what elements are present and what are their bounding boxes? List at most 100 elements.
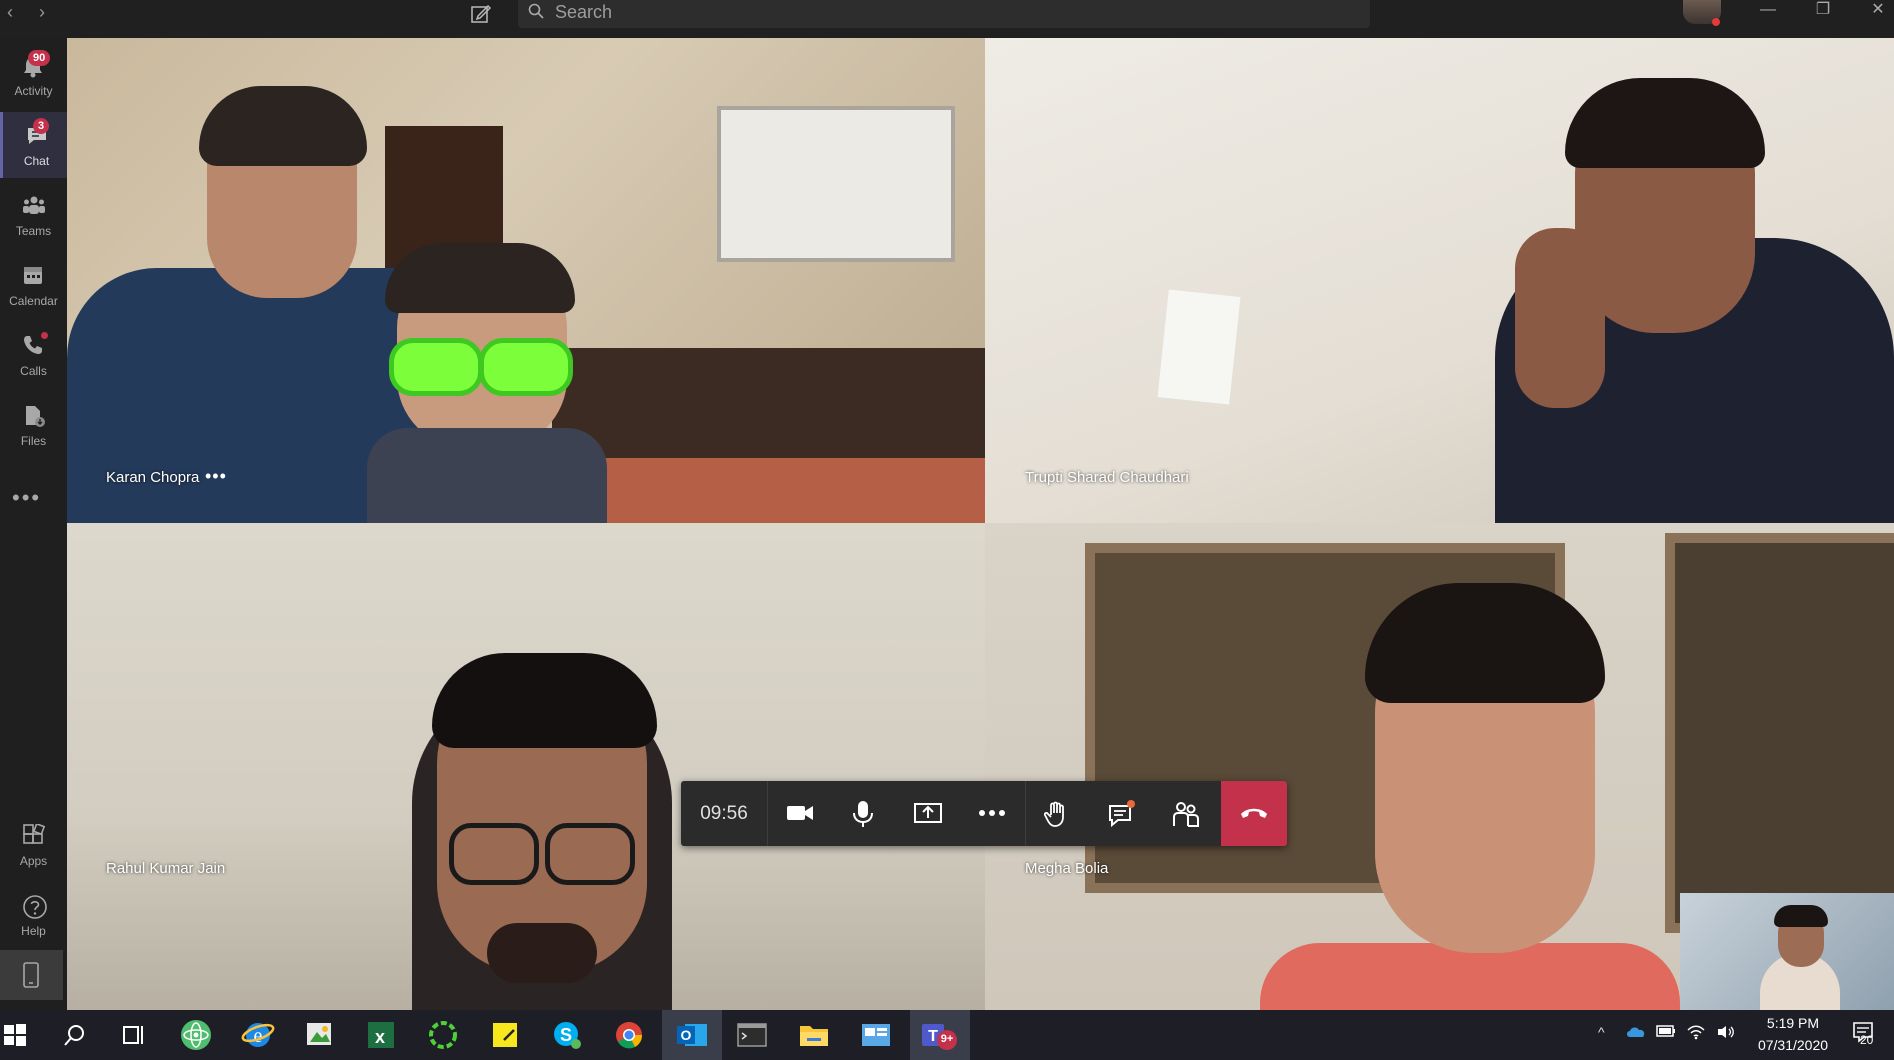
paint-app-icon[interactable] xyxy=(303,1018,337,1052)
clock-date: 07/31/2020 xyxy=(1757,1037,1829,1053)
notification-count: 20 xyxy=(1860,1033,1874,1047)
close-icon[interactable]: ✕ xyxy=(1858,0,1894,22)
share-screen-button[interactable] xyxy=(895,781,959,846)
outlook-icon[interactable]: O xyxy=(662,1010,722,1060)
participant-name: Megha Bolia xyxy=(1025,860,1109,877)
activity-badge: 90 xyxy=(28,50,51,66)
presence-busy-dot xyxy=(1712,18,1720,26)
rail-label-apps: Apps xyxy=(19,854,48,868)
video-tile-2[interactable]: Trupti Sharad Chaudhari xyxy=(985,38,1894,523)
whiteboard-image xyxy=(717,106,955,262)
chat-badge: 3 xyxy=(33,118,50,134)
mute-toggle-button[interactable] xyxy=(831,781,895,846)
teams-icon xyxy=(23,196,45,214)
microphone-icon xyxy=(853,801,873,827)
rail-label-teams: Teams xyxy=(15,224,52,238)
participant-name: Karan Chopra xyxy=(106,469,200,486)
calendar-icon xyxy=(24,267,42,284)
sticky-notes-icon[interactable] xyxy=(488,1018,522,1052)
rail-item-calls[interactable]: Calls xyxy=(0,322,67,388)
control-panel-icon[interactable] xyxy=(859,1018,893,1052)
rail-item-teams[interactable]: Teams xyxy=(0,182,67,248)
rail-item-calendar[interactable]: Calendar xyxy=(0,252,67,318)
more-actions-button[interactable] xyxy=(959,781,1023,846)
rail-item-apps[interactable]: Apps xyxy=(0,812,67,878)
window-image xyxy=(1665,533,1894,933)
svg-text:S: S xyxy=(560,1025,572,1045)
hang-up-icon xyxy=(1241,808,1267,818)
teams-app-icon[interactable]: T 9+ xyxy=(910,1010,970,1060)
call-controls-toolbar: 09:56 xyxy=(681,781,1287,846)
participant-more-icon[interactable]: ••• xyxy=(205,466,227,487)
rail-item-activity[interactable]: 90 Activity xyxy=(0,42,67,108)
battery-icon[interactable] xyxy=(1656,1024,1676,1041)
green-glasses-image xyxy=(479,338,573,396)
file-explorer-icon[interactable] xyxy=(797,1018,831,1052)
more-apps-icon[interactable]: ••• xyxy=(12,485,41,511)
clock-time: 5:19 PM xyxy=(1766,1015,1820,1031)
participant-name: Rahul Kumar Jain xyxy=(106,860,226,877)
forward-arrow-icon[interactable]: › xyxy=(32,2,52,23)
rail-item-files[interactable]: Files xyxy=(0,392,67,458)
person-top-image xyxy=(1260,943,1680,1010)
show-participants-button[interactable] xyxy=(1153,781,1217,846)
participant-name: Trupti Sharad Chaudhari xyxy=(1025,469,1189,486)
volume-icon[interactable] xyxy=(1716,1024,1736,1043)
compose-icon[interactable] xyxy=(470,4,494,26)
chat-bubble-icon xyxy=(1109,800,1135,828)
video-tile-1[interactable]: Karan Chopra ••• xyxy=(67,38,985,523)
child-hair-image xyxy=(385,243,575,313)
hang-up-button[interactable] xyxy=(1221,781,1287,846)
child-shirt-image xyxy=(367,428,607,523)
wifi-icon[interactable] xyxy=(1686,1024,1706,1043)
windows-start-icon[interactable] xyxy=(0,1018,34,1052)
show-conversation-button[interactable] xyxy=(1089,781,1153,846)
more-icon xyxy=(979,810,1005,816)
restore-icon[interactable]: ❐ xyxy=(1803,0,1843,22)
camera-toggle-button[interactable] xyxy=(767,781,831,846)
excel-icon[interactable]: x xyxy=(364,1018,398,1052)
rail-label-activity: Activity xyxy=(14,84,53,98)
video-tile-3[interactable]: Rahul Kumar Jain xyxy=(67,523,985,1010)
rail-label-files: Files xyxy=(20,434,47,448)
person-hair-image xyxy=(199,86,367,166)
help-icon xyxy=(23,895,47,919)
raise-hand-button[interactable] xyxy=(1025,781,1089,846)
svg-text:x: x xyxy=(375,1027,385,1047)
chrome-icon[interactable] xyxy=(612,1018,646,1052)
app-rail: 90 Activity 3 Chat Teams Calendar Calls … xyxy=(0,38,67,1010)
sync-app-icon[interactable] xyxy=(426,1018,460,1052)
skype-icon[interactable]: S xyxy=(550,1018,584,1052)
self-view-video[interactable] xyxy=(1680,893,1894,1010)
mobile-icon xyxy=(23,962,39,988)
beard-image xyxy=(487,923,597,983)
glasses-image xyxy=(545,823,635,885)
terminal-icon[interactable] xyxy=(735,1018,769,1052)
rail-label-calendar: Calendar xyxy=(9,294,58,308)
call-duration: 09:56 xyxy=(681,781,768,846)
minimize-icon[interactable]: — xyxy=(1748,0,1788,22)
svg-text:O: O xyxy=(681,1027,692,1043)
participants-icon xyxy=(1173,802,1199,827)
search-input[interactable]: Search xyxy=(518,0,1370,28)
calls-notification-dot xyxy=(41,332,48,339)
rail-item-help[interactable]: Help xyxy=(0,882,67,948)
back-arrow-icon[interactable]: ‹ xyxy=(0,2,20,23)
system-clock[interactable]: 5:19 PM 07/31/2020 xyxy=(1750,1012,1836,1056)
teams-taskbar-badge: 9+ xyxy=(940,1033,954,1045)
title-bar: ‹ › Search — ❐ ✕ xyxy=(0,0,1894,38)
windows-taskbar: e x S O T 9+ ^ xyxy=(0,1010,1894,1060)
apps-icon xyxy=(23,824,46,844)
device-button[interactable] xyxy=(0,950,63,1000)
paper-note-image xyxy=(1157,289,1241,405)
search-icon xyxy=(528,3,544,19)
search-icon[interactable] xyxy=(58,1018,92,1052)
onedrive-icon[interactable] xyxy=(1626,1024,1646,1041)
rail-item-chat[interactable]: 3 Chat xyxy=(0,112,67,178)
task-view-icon[interactable] xyxy=(117,1018,151,1052)
atom-app-icon[interactable] xyxy=(179,1018,213,1052)
internet-explorer-icon[interactable]: e xyxy=(241,1018,275,1052)
show-hidden-icons-icon[interactable]: ^ xyxy=(1598,1024,1605,1040)
search-placeholder: Search xyxy=(555,2,613,22)
video-camera-icon xyxy=(787,806,813,820)
